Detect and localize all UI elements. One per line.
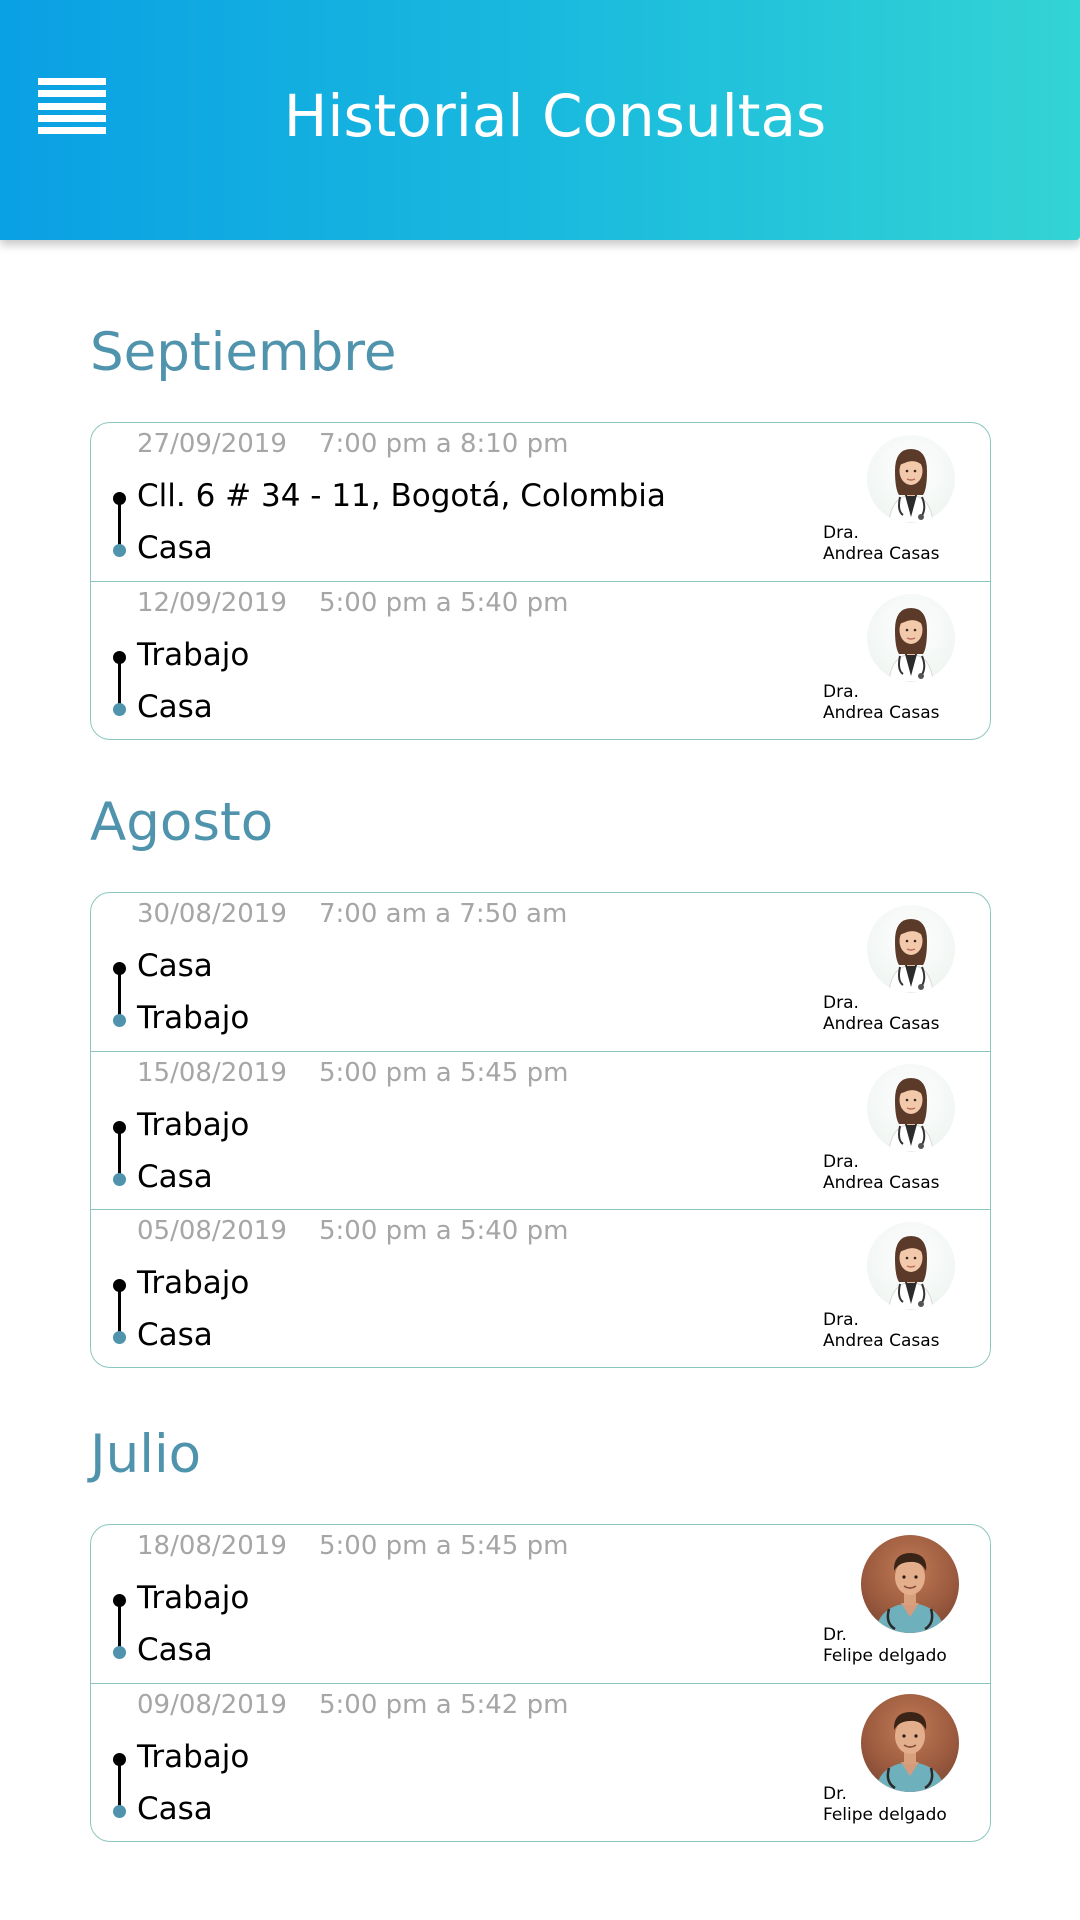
- month-card-agosto: 30/08/2019 7:00 am a 7:50 am Casa Trabaj…: [90, 892, 991, 1368]
- consultation-entry[interactable]: 12/09/2019 5:00 pm a 5:40 pm Trabajo Cas…: [91, 581, 990, 739]
- route-end-dot-icon: [113, 1646, 126, 1659]
- doctor-title: Dra.: [823, 523, 859, 543]
- route-line-icon: [118, 660, 121, 708]
- entry-origin: Trabajo: [137, 637, 250, 673]
- entry-date: 15/08/2019: [137, 1058, 287, 1088]
- entry-time: 5:00 pm a 5:40 pm: [319, 1216, 569, 1246]
- entry-destination: Casa: [137, 1159, 213, 1195]
- entry-date: 05/08/2019: [137, 1216, 287, 1246]
- entry-destination: Casa: [137, 530, 213, 566]
- route-end-dot-icon: [113, 1805, 126, 1818]
- doctor-name: Andrea Casas: [823, 1331, 940, 1351]
- male-doctor-avatar[interactable]: [861, 1694, 959, 1792]
- doctor-title: Dra.: [823, 1152, 859, 1172]
- entry-origin: Trabajo: [137, 1580, 250, 1616]
- consultation-entry[interactable]: 15/08/2019 5:00 pm a 5:45 pm Trabajo Cas…: [91, 1051, 990, 1209]
- male-doctor-avatar[interactable]: [861, 1535, 959, 1633]
- route-line-icon: [118, 971, 121, 1019]
- doctor-title: Dra.: [823, 682, 859, 702]
- consultation-entry[interactable]: 09/08/2019 5:00 pm a 5:42 pm Trabajo Cas…: [91, 1683, 990, 1841]
- consultation-entry[interactable]: 18/08/2019 5:00 pm a 5:45 pm Trabajo Cas…: [91, 1525, 990, 1683]
- consultation-entry[interactable]: 27/09/2019 7:00 pm a 8:10 pm Cll. 6 # 34…: [91, 423, 990, 581]
- month-card-septiembre: 27/09/2019 7:00 pm a 8:10 pm Cll. 6 # 34…: [90, 422, 991, 740]
- consultation-entry[interactable]: 05/08/2019 5:00 pm a 5:40 pm Trabajo Cas…: [91, 1209, 990, 1367]
- month-title-agosto: Agosto: [90, 792, 274, 853]
- entry-time: 7:00 am a 7:50 am: [319, 899, 568, 929]
- entry-destination: Casa: [137, 1791, 213, 1827]
- entry-time: 5:00 pm a 5:45 pm: [319, 1531, 569, 1561]
- entry-origin: Trabajo: [137, 1107, 250, 1143]
- consultation-entry[interactable]: 30/08/2019 7:00 am a 7:50 am Casa Trabaj…: [91, 893, 990, 1051]
- route-end-dot-icon: [113, 703, 126, 716]
- month-card-julio: 18/08/2019 5:00 pm a 5:45 pm Trabajo Cas…: [90, 1524, 991, 1842]
- month-title-septiembre: Septiembre: [90, 322, 397, 383]
- doctor-name: Andrea Casas: [823, 703, 940, 723]
- entry-time: 5:00 pm a 5:42 pm: [319, 1690, 569, 1720]
- female-doctor-avatar[interactable]: [867, 435, 955, 523]
- female-doctor-avatar[interactable]: [867, 1222, 955, 1310]
- entry-date: 27/09/2019: [137, 429, 287, 459]
- doctor-title: Dr.: [823, 1784, 847, 1804]
- entry-origin: Trabajo: [137, 1739, 250, 1775]
- route-end-dot-icon: [113, 1173, 126, 1186]
- entry-destination: Casa: [137, 689, 213, 725]
- route-line-icon: [118, 501, 121, 549]
- entry-date: 30/08/2019: [137, 899, 287, 929]
- doctor-title: Dra.: [823, 1310, 859, 1330]
- doctor-name: Felipe delgado: [823, 1646, 947, 1666]
- doctor-name: Andrea Casas: [823, 544, 940, 564]
- doctor-name: Andrea Casas: [823, 1014, 940, 1034]
- route-line-icon: [118, 1762, 121, 1810]
- entry-origin: Casa: [137, 948, 213, 984]
- entry-destination: Trabajo: [137, 1000, 250, 1036]
- entry-origin: Trabajo: [137, 1265, 250, 1301]
- doctor-name: Andrea Casas: [823, 1173, 940, 1193]
- female-doctor-avatar[interactable]: [867, 905, 955, 993]
- month-title-julio: Julio: [90, 1424, 202, 1485]
- entry-time: 5:00 pm a 5:40 pm: [319, 588, 569, 618]
- route-line-icon: [118, 1130, 121, 1178]
- route-line-icon: [118, 1603, 121, 1651]
- route-end-dot-icon: [113, 544, 126, 557]
- route-end-dot-icon: [113, 1331, 126, 1344]
- route-line-icon: [118, 1288, 121, 1336]
- entry-date: 18/08/2019: [137, 1531, 287, 1561]
- doctor-name: Felipe delgado: [823, 1805, 947, 1825]
- female-doctor-avatar[interactable]: [867, 1064, 955, 1152]
- entry-date: 09/08/2019: [137, 1690, 287, 1720]
- entry-time: 5:00 pm a 5:45 pm: [319, 1058, 569, 1088]
- entry-destination: Casa: [137, 1632, 213, 1668]
- entry-date: 12/09/2019: [137, 588, 287, 618]
- doctor-title: Dr.: [823, 1625, 847, 1645]
- route-end-dot-icon: [113, 1014, 126, 1027]
- female-doctor-avatar[interactable]: [867, 594, 955, 682]
- entry-destination: Casa: [137, 1317, 213, 1353]
- page-title: Historial Consultas: [283, 82, 827, 150]
- app-header: Historial Consultas: [0, 0, 1080, 240]
- entry-time: 7:00 pm a 8:10 pm: [319, 429, 569, 459]
- doctor-title: Dra.: [823, 993, 859, 1013]
- entry-origin: Cll. 6 # 34 - 11, Bogotá, Colombia: [137, 478, 666, 514]
